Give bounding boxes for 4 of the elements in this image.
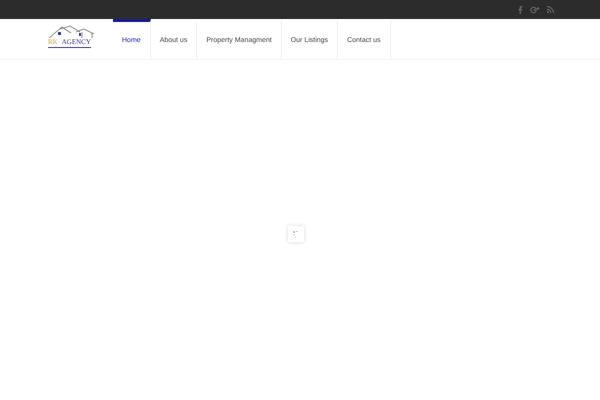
facebook-icon[interactable] [518, 6, 523, 14]
loading-spinner [288, 226, 304, 242]
rss-icon[interactable] [547, 6, 554, 13]
google-plus-icon[interactable] [530, 6, 540, 14]
